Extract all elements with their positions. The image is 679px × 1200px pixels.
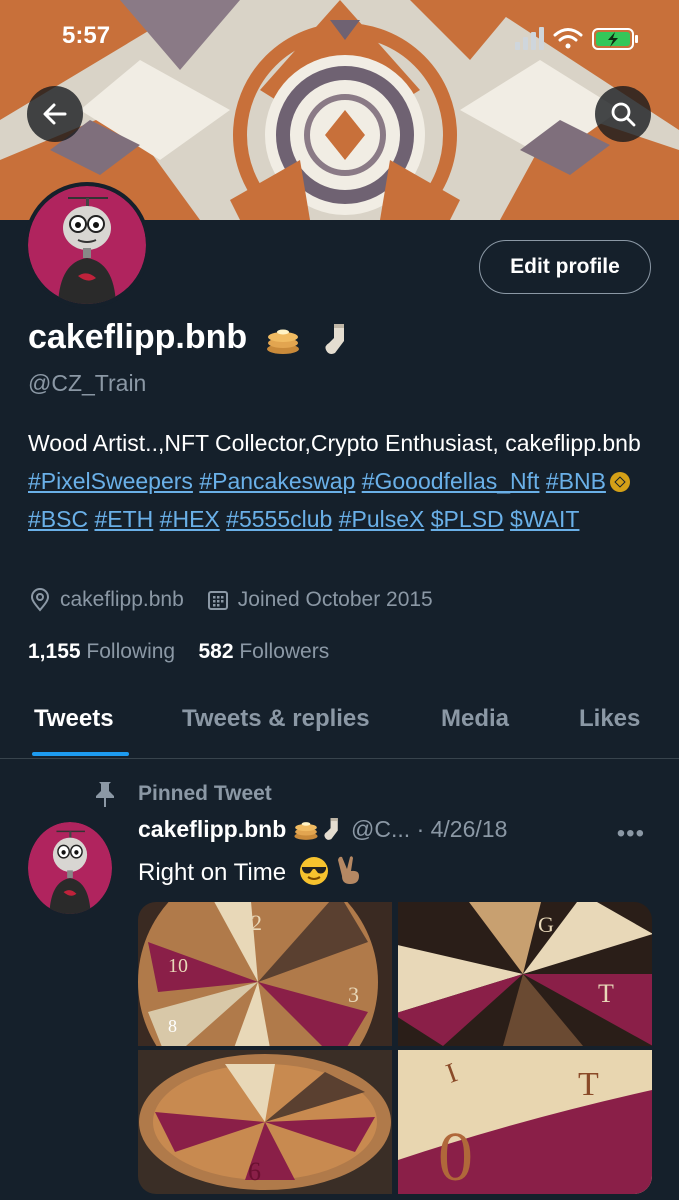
- media-photo-3[interactable]: 6: [138, 1050, 392, 1194]
- back-arrow-icon: [43, 103, 67, 125]
- svg-text:6: 6: [248, 1157, 261, 1186]
- search-icon: [611, 102, 636, 127]
- svg-text:T: T: [578, 1066, 599, 1103]
- tab-media[interactable]: Media: [441, 705, 509, 733]
- profile-handle: @CZ_Train: [28, 370, 147, 396]
- profile-bio: Wood Artist..,NFT Collector,Crypto Enthu…: [28, 424, 658, 538]
- sock-emoji-icon: [325, 324, 345, 355]
- profile-meta: cakeflipp.bnb Joined October 2015: [28, 588, 455, 612]
- bnb-coin-icon: [609, 472, 630, 492]
- followers-count: 582: [198, 640, 234, 663]
- bio-hashtag[interactable]: #BNB: [546, 468, 606, 494]
- joined-date: Joined October 2015: [206, 588, 433, 612]
- sunglasses-emoji-icon: [299, 857, 328, 885]
- bio-hashtag[interactable]: #ETH: [94, 506, 153, 532]
- wifi-icon: [553, 28, 583, 49]
- bio-hashtag[interactable]: #5555club: [226, 506, 332, 532]
- calendar-icon: [207, 591, 228, 610]
- followers-link[interactable]: 582 Followers: [198, 640, 329, 663]
- tab-tweets[interactable]: Tweets: [34, 705, 114, 733]
- profile-tabs: Tweets Tweets & replies Media Likes: [0, 690, 679, 759]
- tweet-text: Right on Time: [138, 854, 365, 887]
- media-photo-1[interactable]: 12 10 3 8: [138, 902, 392, 1046]
- active-tab-indicator: [32, 752, 129, 756]
- pinned-tweet-label: Pinned Tweet: [92, 780, 272, 808]
- tweet-media-grid[interactable]: 12 10 3 8 G R T 6 I T 0: [138, 902, 652, 1194]
- media-photo-4[interactable]: I T 0: [398, 1050, 652, 1194]
- bio-hashtag[interactable]: #BSC: [28, 506, 88, 532]
- status-bar: 5:57: [0, 18, 679, 58]
- svg-text:3: 3: [348, 982, 359, 1007]
- sock-emoji-icon: [324, 818, 338, 840]
- svg-text:8: 8: [168, 1016, 177, 1036]
- tweet-separator: ·: [416, 816, 425, 842]
- location-text: cakeflipp.bnb: [60, 588, 184, 611]
- tab-tweets-replies[interactable]: Tweets & replies: [182, 705, 370, 733]
- bio-cashtag[interactable]: $WAIT: [510, 506, 579, 532]
- more-icon[interactable]: •••: [617, 820, 645, 848]
- joined-text: Joined October 2015: [237, 588, 433, 611]
- display-name-row: cakeflipp.bnb: [28, 318, 354, 357]
- pinned-text: Pinned Tweet: [138, 782, 272, 805]
- battery-icon: [592, 28, 638, 50]
- bio-cashtag[interactable]: $PLSD: [431, 506, 504, 532]
- pin-icon: [96, 782, 114, 807]
- back-button[interactable]: [27, 86, 83, 142]
- tweet-header: cakeflipp.bnb @C... · 4/26/18: [138, 816, 507, 843]
- display-name: cakeflipp.bnb: [28, 318, 248, 356]
- bio-text: Wood Artist..,NFT Collector,Crypto Enthu…: [28, 430, 641, 456]
- followers-label: Followers: [239, 640, 330, 663]
- bio-hashtag[interactable]: #PulseX: [339, 506, 425, 532]
- following-label: Following: [86, 640, 176, 663]
- profile-avatar[interactable]: [24, 182, 150, 308]
- svg-text:12: 12: [240, 910, 262, 935]
- edit-profile-button[interactable]: Edit profile: [479, 240, 651, 294]
- svg-text:R: R: [418, 969, 436, 998]
- bio-hashtag[interactable]: #Gooodfellas_Nft: [362, 468, 540, 494]
- svg-text:10: 10: [168, 955, 188, 977]
- victory-hand-emoji-icon: [338, 856, 360, 884]
- tweet-author-handle: @C...: [351, 816, 411, 842]
- location: cakeflipp.bnb: [28, 588, 184, 612]
- status-time: 5:57: [62, 22, 111, 49]
- following-link[interactable]: 1,155 Following: [28, 640, 175, 663]
- tab-likes[interactable]: Likes: [579, 705, 640, 733]
- media-photo-2[interactable]: G R T: [398, 902, 652, 1046]
- svg-text:G: G: [538, 912, 554, 937]
- search-button[interactable]: [595, 86, 651, 142]
- bio-hashtag[interactable]: #Pancakeswap: [199, 468, 355, 494]
- tweet-author-name[interactable]: cakeflipp.bnb: [138, 816, 286, 842]
- bio-hashtag[interactable]: #HEX: [160, 506, 220, 532]
- cellular-signal-icon: [515, 27, 544, 50]
- pancake-emoji-icon: [294, 822, 318, 840]
- location-pin-icon: [30, 588, 50, 612]
- tweet-author-avatar[interactable]: [28, 822, 112, 914]
- tweet-body: Right on Time: [138, 859, 287, 886]
- status-icons: [515, 27, 638, 50]
- pancake-emoji-icon: [266, 329, 299, 355]
- bio-hashtag[interactable]: #PixelSweepers: [28, 468, 193, 494]
- svg-text:0: 0: [438, 1119, 473, 1194]
- tweet-date[interactable]: 4/26/18: [431, 816, 508, 842]
- follow-stats: 1,155 Following 582 Followers: [28, 640, 329, 664]
- svg-text:T: T: [598, 979, 614, 1008]
- following-count: 1,155: [28, 640, 81, 663]
